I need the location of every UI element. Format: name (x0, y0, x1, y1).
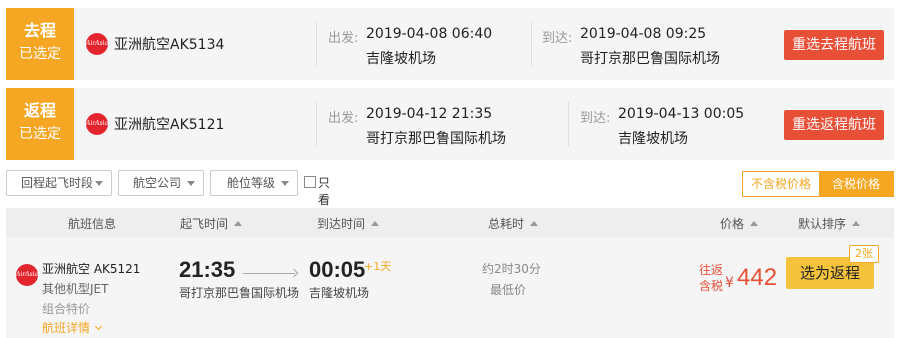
direct-only-checkbox[interactable] (304, 176, 316, 188)
tax-included-label: 含税 (699, 279, 724, 293)
outbound-airline: 亚洲航空AK5134 (114, 37, 225, 53)
result-price: 442 (737, 264, 778, 291)
results-table-header: 航班信息 起飞时间 到达时间 总耗时 价格 默认排序 (6, 208, 894, 238)
outbound-tag: 去程 已选定 (6, 8, 74, 80)
sort-up-icon (234, 221, 243, 226)
column-flight-info: 航班信息 (68, 217, 117, 231)
next-day-badge: +1天 (364, 260, 392, 273)
column-total-duration-label: 总耗时 (488, 217, 525, 231)
outbound-arrive-time: 2019-04-08 09:25 (580, 26, 707, 42)
outbound-arrive-airport: 哥打京那巴鲁国际机场 (580, 51, 720, 67)
outbound-tag-title: 去程 (23, 21, 56, 40)
caret-down-icon (95, 181, 103, 186)
return-tag-title: 返程 (23, 101, 56, 120)
outbound-depart-time: 2019-04-08 06:40 (366, 26, 493, 42)
result-aircraft: 其他机型JET (42, 282, 109, 296)
cabin-class-label: 舱位等级 (227, 176, 276, 190)
reselect-return-button[interactable]: 重选返程航班 (784, 110, 884, 140)
outbound-depart-label: 出发: (328, 31, 359, 46)
column-departure-time-label: 起飞时间 (180, 217, 229, 231)
return-tag-status: 已选定 (19, 126, 61, 142)
result-airline: 亚洲航空 AK5121 (42, 262, 141, 276)
caret-down-icon (187, 181, 195, 186)
result-arrive-airport: 吉隆坡机场 (309, 286, 370, 300)
selected-outbound-segment: 去程 已选定 AirAsia 亚洲航空AK5134 出发: 2019-04-08… (6, 8, 894, 80)
sort-up-icon (750, 221, 759, 226)
divider (316, 22, 317, 66)
airasia-logo: AirAsia (86, 33, 108, 55)
return-arrive-time: 2019-04-13 00:05 (618, 106, 745, 122)
return-arrive-airport: 吉隆坡机场 (618, 131, 688, 147)
sort-up-icon (852, 221, 861, 226)
return-departure-time-dropdown[interactable]: 回程起飞时段 (6, 170, 112, 196)
excluding-tax-option[interactable]: 不含税价格 (743, 172, 819, 196)
arrow-right-icon (243, 273, 295, 274)
airline-filter-label: 航空公司 (133, 176, 182, 190)
caret-down-icon (281, 181, 289, 186)
divider (531, 22, 532, 66)
sort-up-icon (530, 221, 539, 226)
column-price-label: 价格 (720, 217, 745, 231)
flight-result-row: AirAsia 亚洲航空 AK5121 其他机型JET 组合特价 航班详情 21… (6, 238, 894, 338)
return-tag: 返程 已选定 (6, 88, 74, 160)
lowest-price-label: 最低价 (490, 283, 527, 297)
including-tax-option[interactable]: 含税价格 (819, 172, 893, 196)
column-total-duration[interactable]: 总耗时 (488, 215, 539, 232)
return-airline: 亚洲航空AK5121 (114, 117, 225, 133)
result-arrive-time: 00:05 (309, 257, 366, 282)
chevron-down-icon (94, 322, 103, 331)
airline-dropdown[interactable]: 航空公司 (118, 170, 204, 196)
return-departure-time-label: 回程起飞时段 (21, 176, 94, 190)
round-trip-label: 往返 (699, 263, 724, 277)
outbound-tag-status: 已选定 (19, 46, 61, 62)
selected-return-segment: 返程 已选定 AirAsia 亚洲航空AK5121 出发: 2019-04-12… (6, 88, 894, 160)
outbound-depart-airport: 吉隆坡机场 (366, 51, 436, 67)
price-tax-toggle: 不含税价格 含税价格 (742, 171, 894, 197)
reselect-outbound-button[interactable]: 重选去程航班 (784, 30, 884, 60)
column-price[interactable]: 价格 (720, 215, 759, 232)
result-duration: 约2时30分 (482, 262, 541, 276)
airasia-logo: AirAsia (86, 113, 108, 135)
cabin-class-dropdown[interactable]: 舱位等级 (210, 170, 298, 196)
result-depart-time: 21:35 (179, 257, 236, 282)
outbound-arrive-label: 到达: (542, 31, 573, 46)
airasia-logo: AirAsia (16, 264, 38, 286)
column-default-sort-label: 默认排序 (798, 217, 847, 231)
tickets-left-badge: 2张 (849, 245, 879, 263)
column-arrival-time-label: 到达时间 (317, 217, 366, 231)
column-default-sort[interactable]: 默认排序 (798, 215, 861, 232)
divider (568, 102, 569, 146)
return-depart-time: 2019-04-12 21:35 (366, 106, 493, 122)
divider (316, 102, 317, 146)
column-departure-time[interactable]: 起飞时间 (180, 215, 243, 232)
return-depart-label: 出发: (328, 111, 359, 126)
result-fare-type: 组合特价 (42, 302, 91, 316)
return-depart-airport: 哥打京那巴鲁国际机场 (366, 131, 506, 147)
return-arrive-label: 到达: (580, 111, 611, 126)
result-depart-airport: 哥打京那巴鲁国际机场 (179, 286, 300, 300)
sort-up-icon (371, 221, 380, 226)
column-arrival-time[interactable]: 到达时间 (317, 215, 380, 232)
arrow-head-icon (289, 268, 299, 278)
flight-details-label: 航班详情 (42, 321, 91, 335)
flight-details-link[interactable]: 航班详情 (42, 319, 103, 336)
currency-symbol: ¥ (725, 275, 734, 291)
